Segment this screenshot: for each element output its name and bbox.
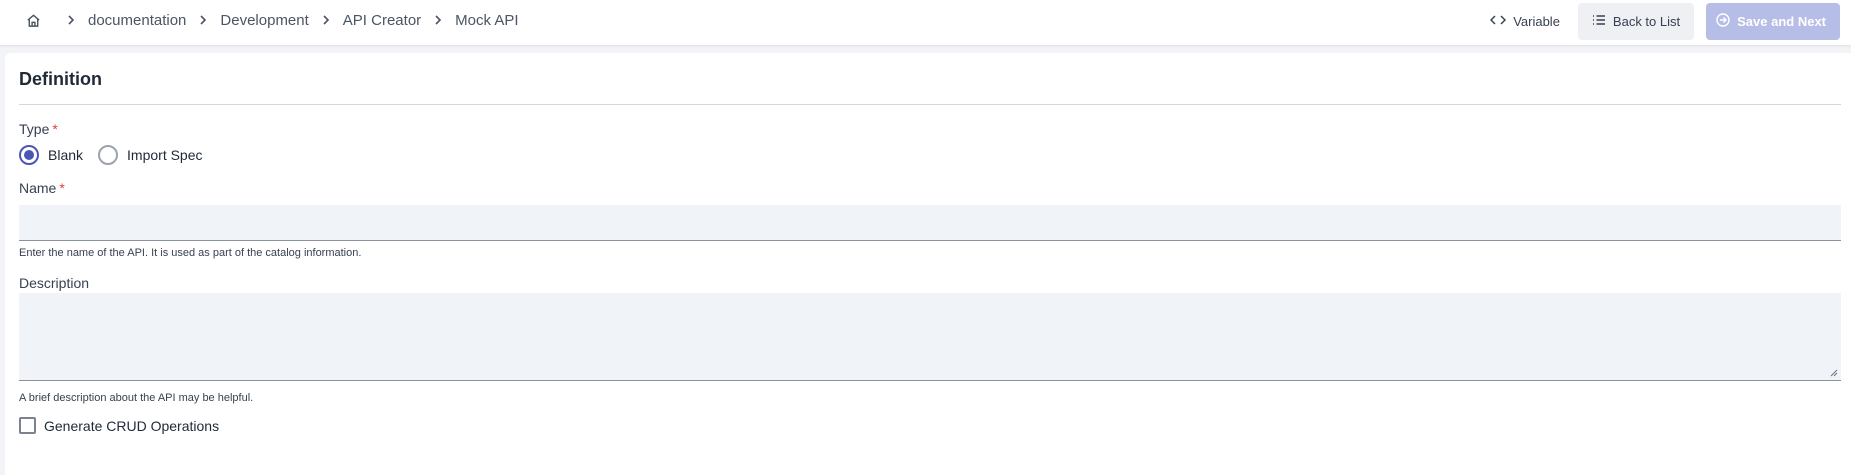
save-and-next-button[interactable]: Save and Next: [1706, 2, 1840, 40]
name-help-text: Enter the name of the API. It is used as…: [19, 247, 362, 259]
chevron-right-icon: [64, 14, 78, 26]
breadcrumb-documentation[interactable]: documentation: [88, 12, 186, 29]
breadcrumb-mock-api: Mock API: [455, 11, 519, 29]
home-icon[interactable]: [24, 11, 42, 29]
generate-crud-label: Generate CRUD Operations: [44, 417, 220, 434]
back-to-list-button[interactable]: Back to List: [1577, 2, 1695, 40]
required-mark: *: [52, 121, 58, 137]
blank-radio[interactable]: [19, 145, 39, 165]
description-label: Description: [19, 275, 90, 291]
code-icon: [1490, 14, 1513, 29]
variable-button[interactable]: Variable: [1476, 3, 1574, 40]
chevron-right-icon: [431, 14, 445, 26]
generate-crud-checkbox[interactable]: [19, 417, 36, 434]
resize-handle-icon[interactable]: [1830, 369, 1838, 377]
toolbar-actions: Variable Back to List Save and Next: [1476, 2, 1851, 40]
chevron-right-icon: [196, 14, 210, 26]
name-input[interactable]: [19, 205, 1841, 241]
breadcrumb-api-creator[interactable]: API Creator: [343, 12, 421, 29]
description-textarea[interactable]: [19, 293, 1841, 381]
arrow-circle-right-icon: [1716, 12, 1737, 30]
list-icon: [1592, 14, 1613, 29]
section-divider: [19, 104, 1841, 105]
type-radio-group: Blank Import Spec: [19, 145, 218, 165]
section-title: Definition: [19, 69, 102, 89]
breadcrumb-development[interactable]: Development: [220, 12, 308, 29]
import-spec-radio-label: Import Spec: [127, 147, 203, 163]
type-option-import-spec[interactable]: Import Spec: [98, 145, 203, 165]
breadcrumb: documentation Development API Creator Mo…: [24, 0, 519, 40]
name-label-text: Name: [19, 180, 57, 196]
back-to-list-label: Back to List: [1612, 13, 1681, 29]
variable-button-label: Variable: [1513, 13, 1560, 29]
import-spec-radio[interactable]: [98, 145, 119, 165]
type-option-blank[interactable]: Blank: [19, 145, 83, 165]
description-help-text: A brief description about the API may be…: [19, 392, 254, 404]
definition-card: Definition Type * Blank Import Spec Name *…: [5, 53, 1851, 475]
required-mark: *: [59, 180, 65, 196]
save-and-next-label: Save and Next: [1737, 13, 1826, 29]
blank-radio-label: Blank: [48, 147, 84, 163]
type-label-text: Type: [19, 121, 50, 137]
generate-crud-option[interactable]: Generate CRUD Operations: [19, 417, 219, 434]
chevron-right-icon: [319, 14, 333, 26]
top-bar: documentation Development API Creator Mo…: [0, 0, 1851, 46]
type-label: Type *: [19, 121, 58, 137]
name-label: Name *: [19, 180, 65, 196]
